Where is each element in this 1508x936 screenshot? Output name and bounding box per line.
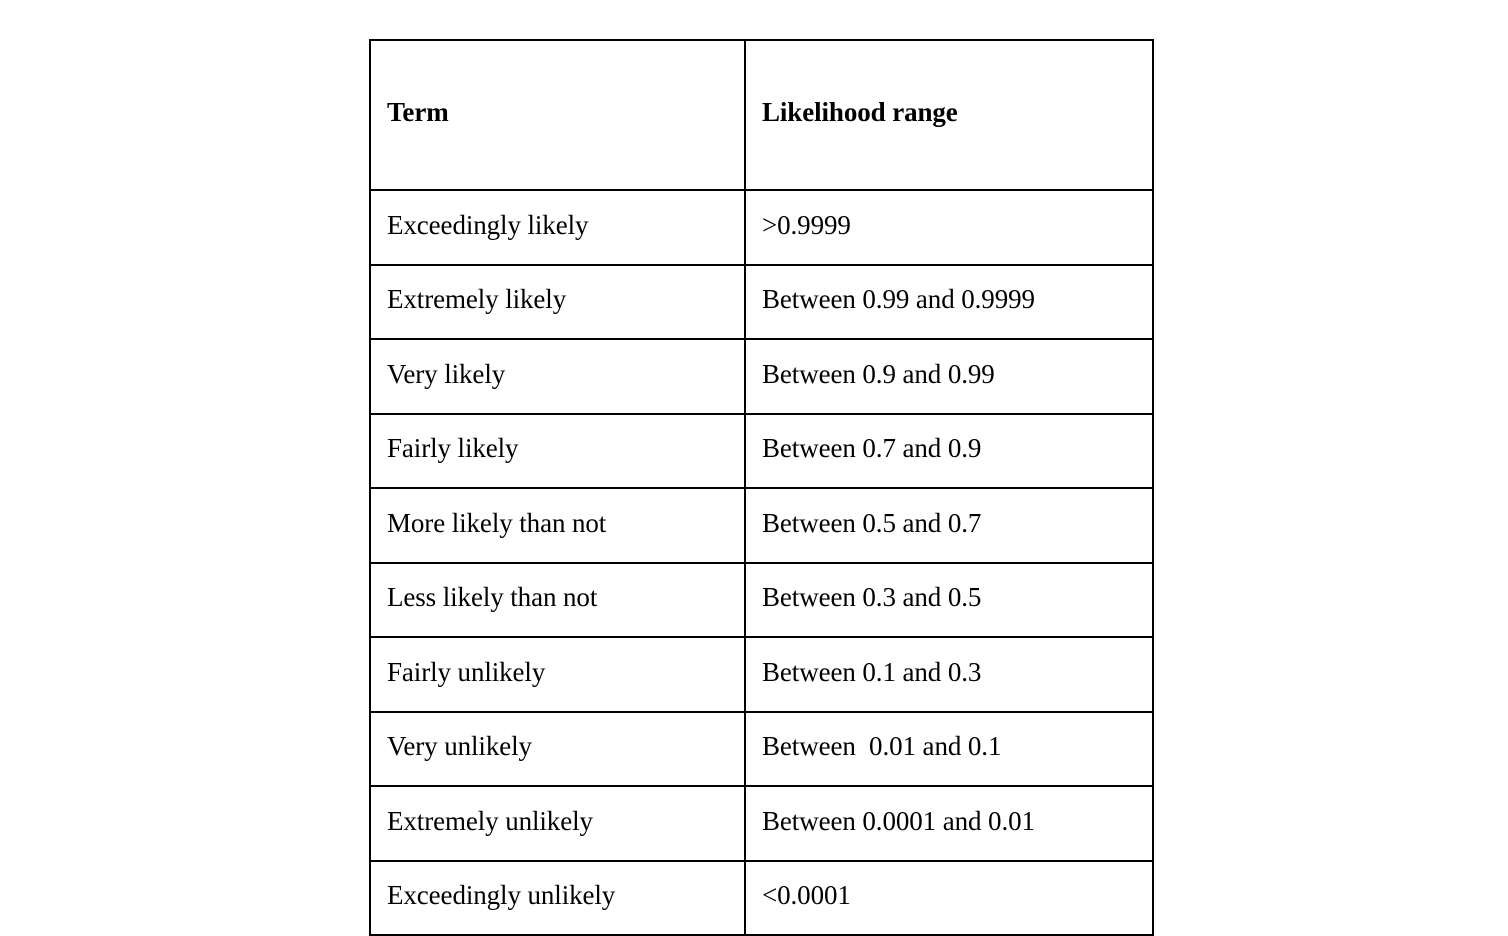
cell-term-text: Exceedingly likely xyxy=(387,209,589,240)
document-page: Term Likelihood range Exceedingly likely… xyxy=(0,0,1508,936)
cell-likelihood-range: Between 0.0001 and 0.01 xyxy=(744,785,1154,862)
cell-term-text: Fairly unlikely xyxy=(387,656,546,687)
cell-likelihood-range: Between 0.1 and 0.3 xyxy=(744,636,1154,713)
cell-term: Exceedingly likely xyxy=(369,189,746,266)
cell-likelihood-range: Between 0.5 and 0.7 xyxy=(744,487,1154,564)
column-header-term-label: Term xyxy=(387,97,449,128)
column-header-likelihood-range-label: Likelihood range xyxy=(762,97,958,128)
cell-term-text: More likely than not xyxy=(387,507,607,538)
cell-term-text: Fairly likely xyxy=(387,433,519,464)
cell-term: Exceedingly unlikely xyxy=(369,859,746,936)
cell-likelihood-range-text: >0.9999 xyxy=(762,209,851,240)
column-header-term: Term xyxy=(369,38,746,192)
table-row: Very unlikely Between 0.01 and 0.1 xyxy=(369,710,1154,788)
cell-term: Fairly likely xyxy=(369,412,746,490)
cell-term: Less likely than not xyxy=(369,561,746,639)
cell-term-text: Very unlikely xyxy=(387,731,532,762)
cell-term-text: Extremely likely xyxy=(387,284,567,315)
table-row: Very likely Between 0.9 and 0.99 xyxy=(369,338,1154,415)
table-header-row: Term Likelihood range xyxy=(369,38,1154,192)
table-body: Exceedingly likely >0.9999 Extremely lik… xyxy=(369,189,1154,936)
table-row: Exceedingly likely >0.9999 xyxy=(369,189,1154,266)
cell-term: Very likely xyxy=(369,338,746,415)
table-row: Fairly unlikely Between 0.1 and 0.3 xyxy=(369,636,1154,713)
cell-likelihood-range: >0.9999 xyxy=(744,189,1154,266)
cell-likelihood-range-text: Between 0.1 and 0.3 xyxy=(762,656,982,687)
cell-likelihood-range: Between 0.01 and 0.1 xyxy=(744,710,1154,788)
cell-likelihood-range: <0.0001 xyxy=(744,859,1154,936)
likelihood-table-container: Term Likelihood range Exceedingly likely… xyxy=(369,38,1154,936)
cell-term: Fairly unlikely xyxy=(369,636,746,713)
cell-likelihood-range-text: Between 0.3 and 0.5 xyxy=(762,582,982,613)
cell-term-text: Extremely unlikely xyxy=(387,805,593,836)
likelihood-terminology-table: Term Likelihood range Exceedingly likely… xyxy=(369,38,1154,936)
column-header-likelihood-range: Likelihood range xyxy=(744,38,1154,192)
table-row: Less likely than not Between 0.3 and 0.5 xyxy=(369,561,1154,639)
cell-term: Extremely likely xyxy=(369,263,746,341)
cell-term-text: Exceedingly unlikely xyxy=(387,880,616,911)
cell-likelihood-range: Between 0.9 and 0.99 xyxy=(744,338,1154,415)
table-row: More likely than not Between 0.5 and 0.7 xyxy=(369,487,1154,564)
cell-likelihood-range-text: Between 0.0001 and 0.01 xyxy=(762,805,1035,836)
cell-likelihood-range: Between 0.3 and 0.5 xyxy=(744,561,1154,639)
table-row: Extremely unlikely Between 0.0001 and 0.… xyxy=(369,785,1154,862)
cell-likelihood-range-text: Between 0.5 and 0.7 xyxy=(762,507,982,538)
cell-likelihood-range-text: Between 0.9 and 0.99 xyxy=(762,358,995,389)
cell-term: Extremely unlikely xyxy=(369,785,746,862)
cell-likelihood-range: Between 0.99 and 0.9999 xyxy=(744,263,1154,341)
cell-term: More likely than not xyxy=(369,487,746,564)
cell-term-text: Very likely xyxy=(387,358,506,389)
cell-likelihood-range-text: Between 0.01 and 0.1 xyxy=(762,731,1002,762)
table-row: Exceedingly unlikely <0.0001 xyxy=(369,859,1154,936)
cell-likelihood-range-text: Between 0.7 and 0.9 xyxy=(762,433,982,464)
cell-term: Very unlikely xyxy=(369,710,746,788)
table-header: Term Likelihood range xyxy=(369,38,1154,192)
cell-likelihood-range-text: <0.0001 xyxy=(762,880,851,911)
cell-likelihood-range: Between 0.7 and 0.9 xyxy=(744,412,1154,490)
cell-likelihood-range-text: Between 0.99 and 0.9999 xyxy=(762,284,1035,315)
table-row: Fairly likely Between 0.7 and 0.9 xyxy=(369,412,1154,490)
table-row: Extremely likely Between 0.99 and 0.9999 xyxy=(369,263,1154,341)
cell-term-text: Less likely than not xyxy=(387,582,598,613)
